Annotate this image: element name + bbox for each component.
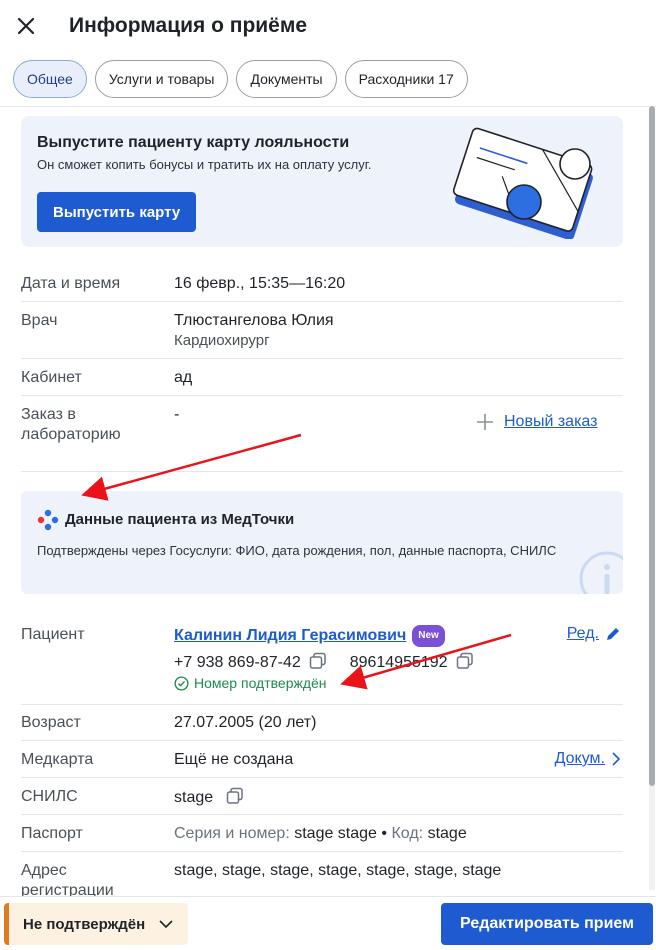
phones: +7 938 869-87-42 89614955192 <box>174 652 474 673</box>
medtochka-logo-icon <box>37 509 59 531</box>
medtochka-title: Данные пациента из МедТочки <box>65 511 295 528</box>
medcard-docs-button[interactable]: Докум. <box>555 750 621 768</box>
promo-text: Он сможет копить бонусы и тратить их на … <box>37 157 372 172</box>
patient-row: Пациент Калинин Лидия Герасимович New Ред… <box>21 625 623 695</box>
copy-icon[interactable] <box>309 652 327 670</box>
medcard-value: Ещё не создана <box>174 751 294 768</box>
divider <box>21 814 623 815</box>
copy-icon[interactable] <box>456 652 474 670</box>
phone-primary: +7 938 869-87-42 <box>174 654 301 671</box>
divider <box>21 395 623 396</box>
patient-name-wrap: Калинин Лидия Герасимович New <box>174 625 445 647</box>
age-value: 27.07.2005 (20 лет) <box>174 714 317 731</box>
phone-secondary: 89614955192 <box>349 654 448 671</box>
datetime-label: Дата и время <box>21 275 121 292</box>
divider <box>21 358 623 359</box>
info-icon <box>579 551 623 594</box>
footer-bar: Не подтверждён Редактировать прием <box>0 896 656 950</box>
datetime-value: 16 февр., 15:35—16:20 <box>174 275 346 292</box>
page-title: Информация о приёме <box>69 14 308 37</box>
chevron-down-icon <box>159 920 173 929</box>
tab-bar: Общее Услуги и товары Документы Расходни… <box>13 60 468 98</box>
medtochka-text: Подтверждены через Госуслуги: ФИО, дата … <box>37 543 557 558</box>
divider <box>21 704 623 705</box>
address-value: stage, stage, stage, stage, stage, stage… <box>174 862 502 879</box>
cabinet-value: ад <box>174 369 193 386</box>
doctor-label: Врач <box>21 312 58 329</box>
tab-services[interactable]: Услуги и товары <box>94 60 229 98</box>
content-area[interactable]: Выпустите пациенту карту лояльности Он с… <box>0 106 656 896</box>
header: Информация о приёме <box>0 0 656 56</box>
edit-patient-link[interactable]: Ред. <box>567 625 599 643</box>
new-order-button[interactable]: Новый заказ <box>476 413 597 431</box>
issue-card-button[interactable]: Выпустить карту <box>37 192 197 232</box>
status-label: Не подтверждён <box>23 915 146 933</box>
passport-value: Серия и номер: stage stage • Код: stage <box>174 825 467 842</box>
doctor-name: Тлюстангелова Юлия <box>174 312 334 329</box>
divider <box>21 777 623 778</box>
tab-consumables[interactable]: Расходники 17 <box>344 60 468 98</box>
tab-general[interactable]: Общее <box>13 60 87 98</box>
loyalty-card-illustration <box>452 127 593 239</box>
snils-value: stage <box>174 789 214 806</box>
phone-verified-status: Номер подтверждён <box>174 675 327 691</box>
chevron-right-icon <box>612 752 621 766</box>
close-icon[interactable] <box>14 14 38 38</box>
passport-label: Паспорт <box>21 825 83 842</box>
medtochka-info-card: Данные пациента из МедТочки Подтверждены… <box>21 491 623 594</box>
lab-order-row: Заказ в лабораторию - Новый заказ <box>21 405 623 465</box>
snils-value-wrap: stage <box>174 787 244 808</box>
lab-label: Заказ в лабораторию <box>21 406 121 443</box>
cabinet-label: Кабинет <box>21 369 82 386</box>
status-dropdown[interactable]: Не подтверждён <box>4 903 188 945</box>
tab-documents[interactable]: Документы <box>236 60 337 98</box>
divider <box>21 851 623 852</box>
plus-icon <box>477 414 493 430</box>
new-order-link[interactable]: Новый заказ <box>504 413 597 431</box>
lab-value: - <box>174 406 180 423</box>
new-badge: New <box>412 625 445 647</box>
edit-patient-button[interactable]: Ред. <box>567 625 621 643</box>
promo-title: Выпустите пациенту карту лояльности <box>37 134 350 151</box>
divider <box>0 106 656 107</box>
medcard-docs-link[interactable]: Докум. <box>555 750 605 768</box>
divider <box>21 301 623 302</box>
scrollbar-thumb[interactable] <box>649 106 655 786</box>
patient-name-link[interactable]: Калинин Лидия Герасимович <box>174 627 406 644</box>
patient-label: Пациент <box>21 626 85 643</box>
address-label: Адрес регистрации <box>21 862 114 896</box>
check-circle-icon <box>174 675 189 691</box>
divider <box>21 471 623 472</box>
edit-appointment-button[interactable]: Редактировать прием <box>441 903 653 945</box>
loyalty-promo-card: Выпустите пациенту карту лояльности Он с… <box>21 116 623 247</box>
snils-label: СНИЛС <box>21 788 78 805</box>
doctor-specialty: Кардиохирург <box>174 332 270 349</box>
age-label: Возраст <box>21 714 81 731</box>
copy-icon[interactable] <box>226 787 244 805</box>
pencil-icon <box>607 628 619 640</box>
divider <box>21 740 623 741</box>
medcard-label: Медкарта <box>21 751 94 768</box>
